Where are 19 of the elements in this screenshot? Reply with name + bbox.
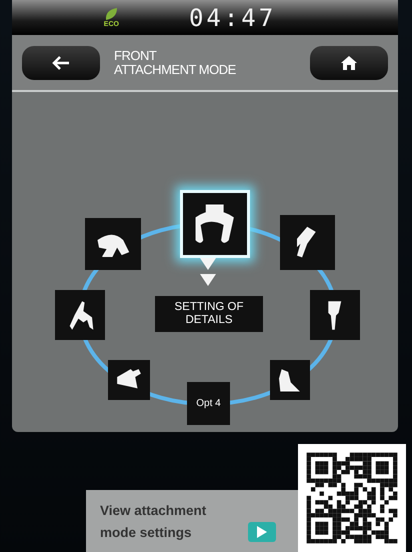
promo-text: View attachment mode settings: [100, 502, 208, 542]
home-icon: [341, 56, 357, 70]
home-button[interactable]: [310, 46, 388, 80]
play-icon: [257, 526, 267, 538]
attachment-tile[interactable]: [270, 360, 310, 400]
leaf-icon: [104, 7, 118, 21]
setting-details-button[interactable]: SETTING OF DETAILS: [155, 296, 263, 332]
attachment-tile[interactable]: [280, 215, 335, 270]
back-button[interactable]: [22, 46, 100, 80]
attachment-tile[interactable]: [180, 190, 250, 258]
attachment-tile[interactable]: Opt 4: [187, 382, 230, 425]
play-button[interactable]: [248, 522, 276, 542]
screen-title: FRONT ATTACHMENT MODE: [114, 48, 237, 76]
attachment-tile[interactable]: [55, 290, 105, 340]
attachment-tile[interactable]: [310, 290, 360, 340]
attachment-tile[interactable]: [108, 360, 150, 400]
clock-time: 04:47: [188, 4, 276, 32]
back-arrow-icon: [52, 56, 70, 70]
attachment-tile[interactable]: [85, 218, 141, 270]
